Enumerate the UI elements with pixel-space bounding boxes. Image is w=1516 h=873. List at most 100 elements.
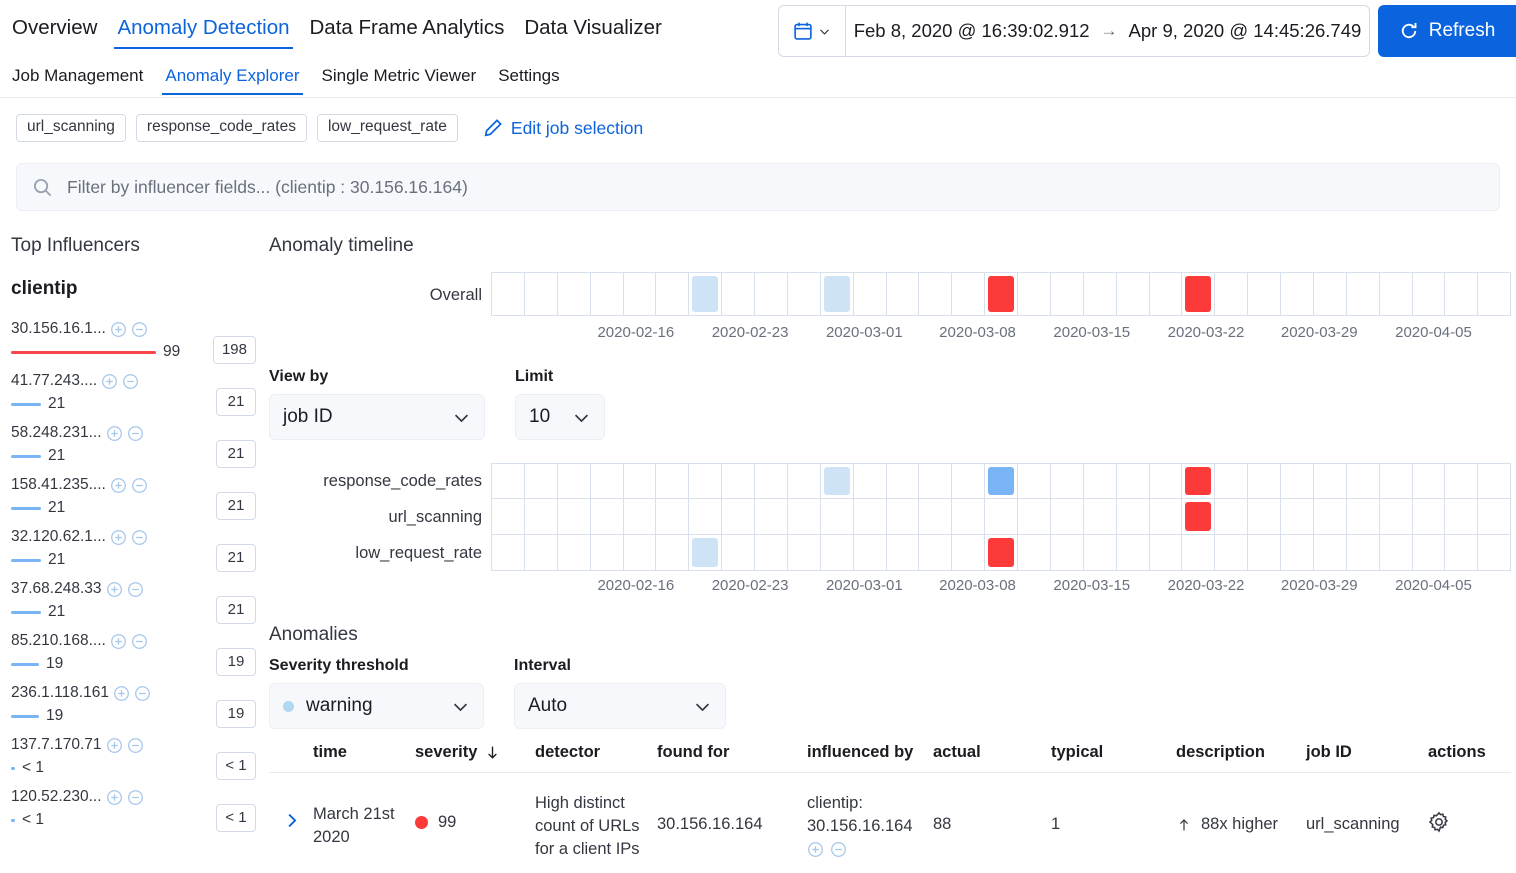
header-detector[interactable]: detector [535,743,657,762]
swimlane-cell[interactable] [1281,535,1314,570]
gear-icon[interactable] [1428,811,1508,833]
swimlane-cell[interactable] [656,273,690,315]
swimlane-cell[interactable] [755,499,788,534]
influencer-row[interactable]: 120.52.230... < 1 < 1 [11,786,256,838]
influencer-row[interactable]: 85.210.168.... 19 19 [11,630,256,682]
swimlane-cell[interactable] [1314,535,1347,570]
subnav-item-single-metric-viewer[interactable]: Single Metric Viewer [319,63,480,93]
swimlane-cell[interactable] [1051,464,1084,498]
swimlane-cell[interactable] [1051,499,1084,534]
swimlane-cell[interactable] [1248,535,1281,570]
swimlane-cell[interactable] [887,499,920,534]
plus-circle-icon[interactable] [110,633,127,650]
minus-circle-icon[interactable] [127,425,144,442]
swimlane-cell[interactable] [1215,535,1249,570]
swimlane-cell[interactable] [656,535,690,570]
swimlane-cell[interactable] [887,273,920,315]
swimlane-cell[interactable] [624,499,657,534]
swimlane-cell[interactable] [722,499,755,534]
swimlane-cell[interactable] [919,535,953,570]
swimlane-cell[interactable] [1018,499,1051,534]
swimlane-cell[interactable] [1084,535,1117,570]
swimlane-cell[interactable] [919,464,953,498]
swimlane-cell[interactable] [985,535,1018,570]
swimlane-cell[interactable] [1380,464,1413,498]
minus-circle-icon[interactable] [131,477,148,494]
minus-circle-icon[interactable] [122,373,139,390]
swimlane-cell[interactable] [558,273,591,315]
swimlane-cell[interactable] [689,535,723,570]
edit-job-selection-button[interactable]: Edit job selection [483,118,643,139]
swimlane-cell[interactable] [1018,464,1051,498]
swimlane-cell[interactable] [788,499,821,534]
plus-circle-icon[interactable] [110,529,127,546]
swimlane-cell[interactable] [492,535,525,570]
swimlane-cell[interactable] [1478,464,1512,498]
swimlane-cell[interactable] [689,499,723,534]
influencer-row[interactable]: 41.77.243.... 21 21 [11,370,256,422]
minus-circle-icon[interactable] [830,841,847,858]
swimlane-row-cells[interactable] [491,499,1512,535]
swimlane-cell[interactable] [854,273,887,315]
swimlane-cell[interactable] [689,464,723,498]
header-job-id[interactable]: job ID [1306,743,1428,762]
swimlane-cell[interactable] [1084,273,1117,315]
swimlane-cell[interactable] [788,464,821,498]
swimlane-cell[interactable] [1314,499,1347,534]
plus-circle-icon[interactable] [106,425,123,442]
swimlane-cell[interactable] [591,499,624,534]
nav-item-data-frame-analytics[interactable]: Data Frame Analytics [307,13,508,47]
swimlane-cell[interactable] [1380,499,1413,534]
swimlane-cell[interactable] [821,535,854,570]
swimlane-cell[interactable] [1117,535,1150,570]
influencer-row[interactable]: 37.68.248.33 21 21 [11,578,256,630]
swimlane-cell[interactable] [821,499,854,534]
swimlane-cell[interactable] [722,535,755,570]
date-range-display[interactable]: Feb 8, 2020 @ 16:39:02.912 → Apr 9, 2020… [846,20,1369,42]
swimlane-cell[interactable] [952,499,986,534]
swimlane-cell[interactable] [1018,273,1051,315]
swimlane-cell[interactable] [1347,499,1380,534]
swimlane-cell[interactable] [1215,464,1249,498]
swimlane-cell[interactable] [887,464,920,498]
swimlane-cell[interactable] [1117,273,1150,315]
swimlane-cell[interactable] [755,464,788,498]
row-expand-button[interactable] [269,791,313,830]
job-chip-url-scanning[interactable]: url_scanning [16,114,126,142]
swimlane-cell[interactable] [788,273,821,315]
swimlane-cell[interactable] [1182,273,1216,315]
minus-circle-icon[interactable] [131,529,148,546]
swimlane-cell[interactable] [558,464,591,498]
subnav-item-anomaly-explorer[interactable]: Anomaly Explorer [162,63,303,95]
swimlane-cell[interactable] [1248,273,1281,315]
influencer-row[interactable]: 137.7.170.71 < 1 < 1 [11,734,256,786]
swimlane-cell[interactable] [1117,464,1150,498]
swimlane-cell[interactable] [656,464,690,498]
swimlane-row-cells[interactable] [491,463,1512,499]
swimlane-cell[interactable] [755,535,788,570]
swimlane-cell[interactable] [525,535,558,570]
swimlane-cell[interactable] [1281,464,1314,498]
swimlane-cell[interactable] [821,464,854,498]
swimlane-cell[interactable] [952,535,986,570]
swimlane-cell[interactable] [1248,499,1281,534]
header-actual[interactable]: actual [933,743,1051,762]
swimlane-cell[interactable] [1150,535,1183,570]
minus-circle-icon[interactable] [127,581,144,598]
influencer-row[interactable]: 30.156.16.1... 99 198 [11,318,256,370]
view-by-select[interactable]: job ID [269,394,485,440]
swimlane-cell[interactable] [1413,535,1446,570]
swimlane-cell[interactable] [1018,535,1051,570]
swimlane-cell[interactable] [1182,464,1216,498]
swimlane-cell[interactable] [1215,273,1249,315]
nav-item-data-visualizer[interactable]: Data Visualizer [521,13,665,47]
swimlane-cell[interactable] [1314,464,1347,498]
header-time[interactable]: time [313,743,415,762]
swimlane-cell[interactable] [591,273,624,315]
swimlane-cell[interactable] [919,273,953,315]
nav-item-overview[interactable]: Overview [9,13,100,47]
job-chip-low-request-rate[interactable]: low_request_rate [316,114,458,142]
swimlane-cell[interactable] [854,499,887,534]
swimlane-cell[interactable] [1150,273,1183,315]
swimlane-cell[interactable] [1478,273,1512,315]
